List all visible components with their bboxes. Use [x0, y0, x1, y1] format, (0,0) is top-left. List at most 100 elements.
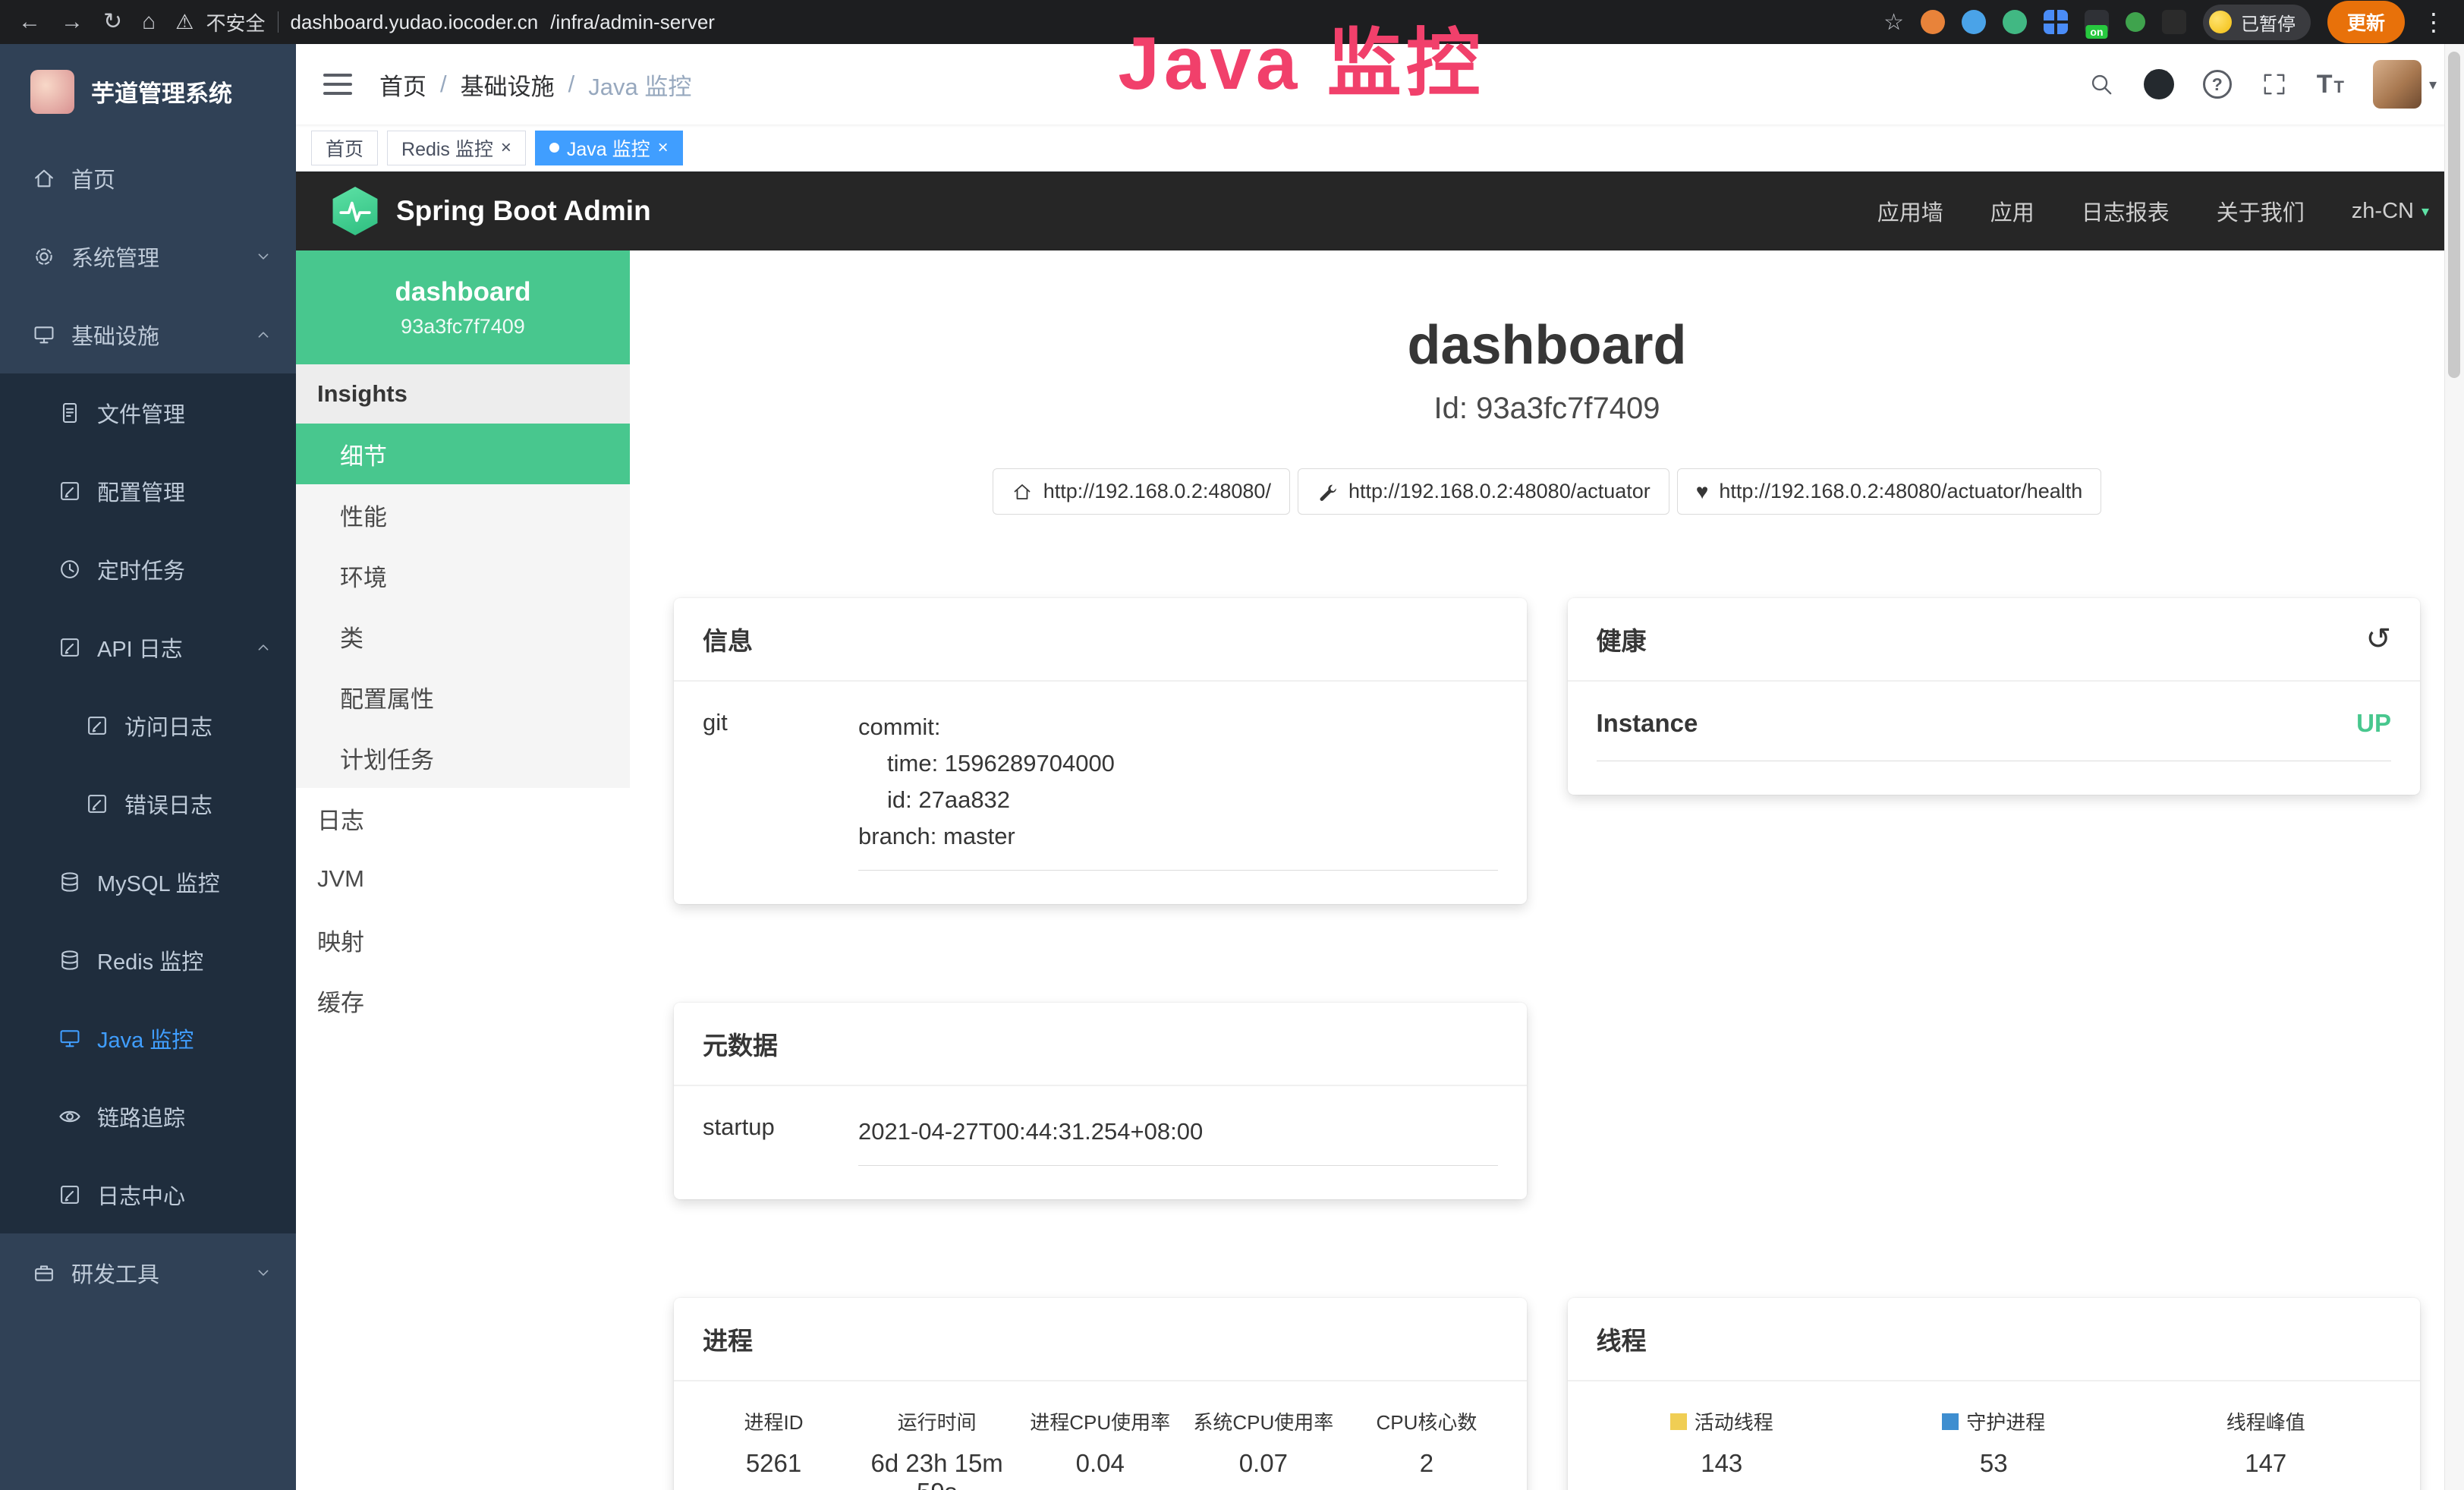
user-menu[interactable]: ▾	[2373, 60, 2437, 109]
sidebar-item-label: 链路追踪	[97, 1101, 273, 1132]
sidebar-item-mysql-monitor[interactable]: MySQL 监控	[0, 843, 296, 921]
close-icon[interactable]: ×	[501, 139, 511, 157]
eye-icon	[58, 1104, 82, 1129]
help-icon[interactable]: ?	[2203, 70, 2232, 99]
sba-item-mappings[interactable]: 映射	[296, 909, 630, 970]
github-icon[interactable]	[2144, 69, 2174, 99]
document-icon	[85, 713, 109, 738]
smiley-icon	[2209, 11, 2232, 33]
sba-item-performance[interactable]: 性能	[296, 484, 630, 545]
sidebar-item-home[interactable]: 首页	[0, 139, 296, 217]
briefcase-icon	[32, 1261, 56, 1285]
infrastructure-submenu: 文件管理 配置管理 定时任务 API 日志 访问日志	[0, 373, 296, 1233]
bookmark-star-icon[interactable]: ☆	[1883, 9, 1904, 36]
sba-item-jvm[interactable]: JVM	[296, 849, 630, 909]
spring-boot-admin-logo[interactable]	[331, 187, 379, 235]
log-icon	[58, 1183, 82, 1207]
sba-sidebar: dashboard 93a3fc7f7409 Insights 细节 性能 环境…	[296, 250, 630, 1490]
sba-nav-journal[interactable]: 日志报表	[2082, 195, 2170, 227]
sidebar-item-api-logs[interactable]: API 日志	[0, 608, 296, 686]
process-card: 进程 进程ID 5261 运行时间	[674, 1298, 1527, 1490]
sba-item-logs[interactable]: 日志	[296, 788, 630, 849]
address-bar[interactable]: ⚠ 不安全 dashboard.yudao.iocoder.cn/infra/a…	[175, 8, 715, 36]
avatar	[2373, 60, 2422, 109]
sidebar-item-java-monitor[interactable]: Java 监控	[0, 999, 296, 1077]
sba-nav-wallboard[interactable]: 应用墙	[1877, 195, 1943, 227]
sba-nav-applications[interactable]: 应用	[1990, 195, 2034, 227]
extension-icon[interactable]: on	[2085, 10, 2109, 34]
navbar-actions: ? T T ▾	[2088, 60, 2437, 109]
text-size-icon[interactable]: T T	[2317, 70, 2344, 99]
database-icon	[58, 948, 82, 972]
sidebar-item-infrastructure[interactable]: 基础设施	[0, 295, 296, 373]
paused-badge[interactable]: 已暂停	[2203, 5, 2311, 40]
back-icon[interactable]: ←	[18, 11, 41, 33]
tab-java-monitor[interactable]: Java 监控 ×	[535, 131, 683, 165]
sidebar-item-label: MySQL 监控	[97, 866, 273, 898]
chevron-down-icon	[253, 247, 273, 266]
stat-header: 系统CPU使用率	[1182, 1407, 1345, 1435]
app-logo[interactable]: 芋道管理系统	[0, 44, 296, 139]
extension-icon[interactable]	[1962, 10, 1986, 34]
sidebar-item-error-logs[interactable]: 错误日志	[0, 764, 296, 843]
instance-link-actuator[interactable]: http://192.168.0.2:48080/actuator	[1298, 468, 1669, 515]
tab-redis-monitor[interactable]: Redis 监控 ×	[387, 131, 526, 165]
extension-icon[interactable]	[2003, 10, 2027, 34]
history-icon[interactable]: ↺	[2365, 624, 2391, 654]
sba-item-environment[interactable]: 环境	[296, 545, 630, 606]
browser-home-icon[interactable]: ⌂	[142, 11, 156, 33]
threads-card: 线程 活动线程 1	[1568, 1298, 2421, 1490]
health-instance-row[interactable]: Instance UP	[1597, 709, 2392, 761]
caret-down-icon: ▾	[2422, 202, 2429, 221]
sidebar-item-system-management[interactable]: 系统管理	[0, 217, 296, 295]
sidebar-item-redis-monitor[interactable]: Redis 监控	[0, 921, 296, 999]
instance-link-home[interactable]: http://192.168.0.2:48080/	[993, 468, 1290, 515]
sidebar-item-file-management[interactable]: 文件管理	[0, 373, 296, 452]
browser-menu-icon[interactable]: ⋮	[2422, 8, 2446, 36]
caret-down-icon: ▾	[2429, 75, 2437, 94]
sidebar-item-trace[interactable]: 链路追踪	[0, 1077, 296, 1155]
sidebar-item-label: 首页	[71, 162, 273, 194]
hamburger-icon[interactable]	[323, 74, 352, 95]
sba-item-classes[interactable]: 类	[296, 606, 630, 666]
chevron-up-icon	[253, 325, 273, 345]
instance-header[interactable]: dashboard 93a3fc7f7409	[296, 250, 630, 364]
close-icon[interactable]: ×	[658, 139, 669, 157]
sidebar-item-config-management[interactable]: 配置管理	[0, 452, 296, 530]
sba-nav-about[interactable]: 关于我们	[2217, 195, 2305, 227]
sba-item-details[interactable]: 细节	[296, 424, 630, 484]
sba-item-scheduled-tasks[interactable]: 计划任务	[296, 727, 630, 788]
sidebar-item-scheduled-tasks[interactable]: 定时任务	[0, 530, 296, 608]
instance-link-health[interactable]: ♥ http://192.168.0.2:48080/actuator/heal…	[1677, 468, 2102, 515]
legend-label: 线程峰值	[2226, 1407, 2305, 1435]
scrollbar-thumb[interactable]	[2448, 52, 2460, 378]
forward-icon[interactable]: →	[61, 11, 83, 33]
extension-icon[interactable]	[2126, 12, 2145, 32]
breadcrumb-home[interactable]: 首页	[379, 68, 426, 102]
url-path: /infra/admin-server	[550, 11, 715, 34]
reload-icon[interactable]: ↻	[103, 11, 122, 33]
sba-item-config-props[interactable]: 配置属性	[296, 666, 630, 727]
sidebar-item-access-logs[interactable]: 访问日志	[0, 686, 296, 764]
locale-selector[interactable]: zh-CN ▾	[2352, 199, 2429, 224]
url-host: dashboard.yudao.iocoder.cn	[291, 11, 539, 34]
sidebar-item-label: 配置管理	[97, 475, 273, 507]
monitor-icon	[58, 1026, 82, 1051]
tab-home[interactable]: 首页	[311, 131, 378, 165]
extension-icon[interactable]	[1921, 10, 1945, 34]
fullscreen-icon[interactable]	[2261, 71, 2288, 98]
sidebar-item-dev-tools[interactable]: 研发工具	[0, 1233, 296, 1312]
chevron-down-icon	[253, 1263, 273, 1283]
browser-update-button[interactable]: 更新	[2327, 1, 2405, 43]
sba-item-caches[interactable]: 缓存	[296, 970, 630, 1031]
sidebar-item-log-center[interactable]: 日志中心	[0, 1155, 296, 1233]
process-stat: 进程CPU使用率 0.04	[1018, 1407, 1182, 1490]
breadcrumb-infrastructure: 基础设施	[461, 68, 555, 102]
metadata-row-startup: startup 2021-04-27T00:44:31.254+08:00	[703, 1114, 1498, 1166]
search-icon[interactable]	[2088, 71, 2115, 98]
link-url: http://192.168.0.2:48080/actuator/health	[1719, 480, 2082, 503]
extension-icon[interactable]	[2044, 10, 2068, 34]
breadcrumb-separator: /	[568, 71, 575, 98]
extension-icon[interactable]	[2162, 10, 2186, 34]
sba-brand-title[interactable]: Spring Boot Admin	[396, 195, 651, 227]
